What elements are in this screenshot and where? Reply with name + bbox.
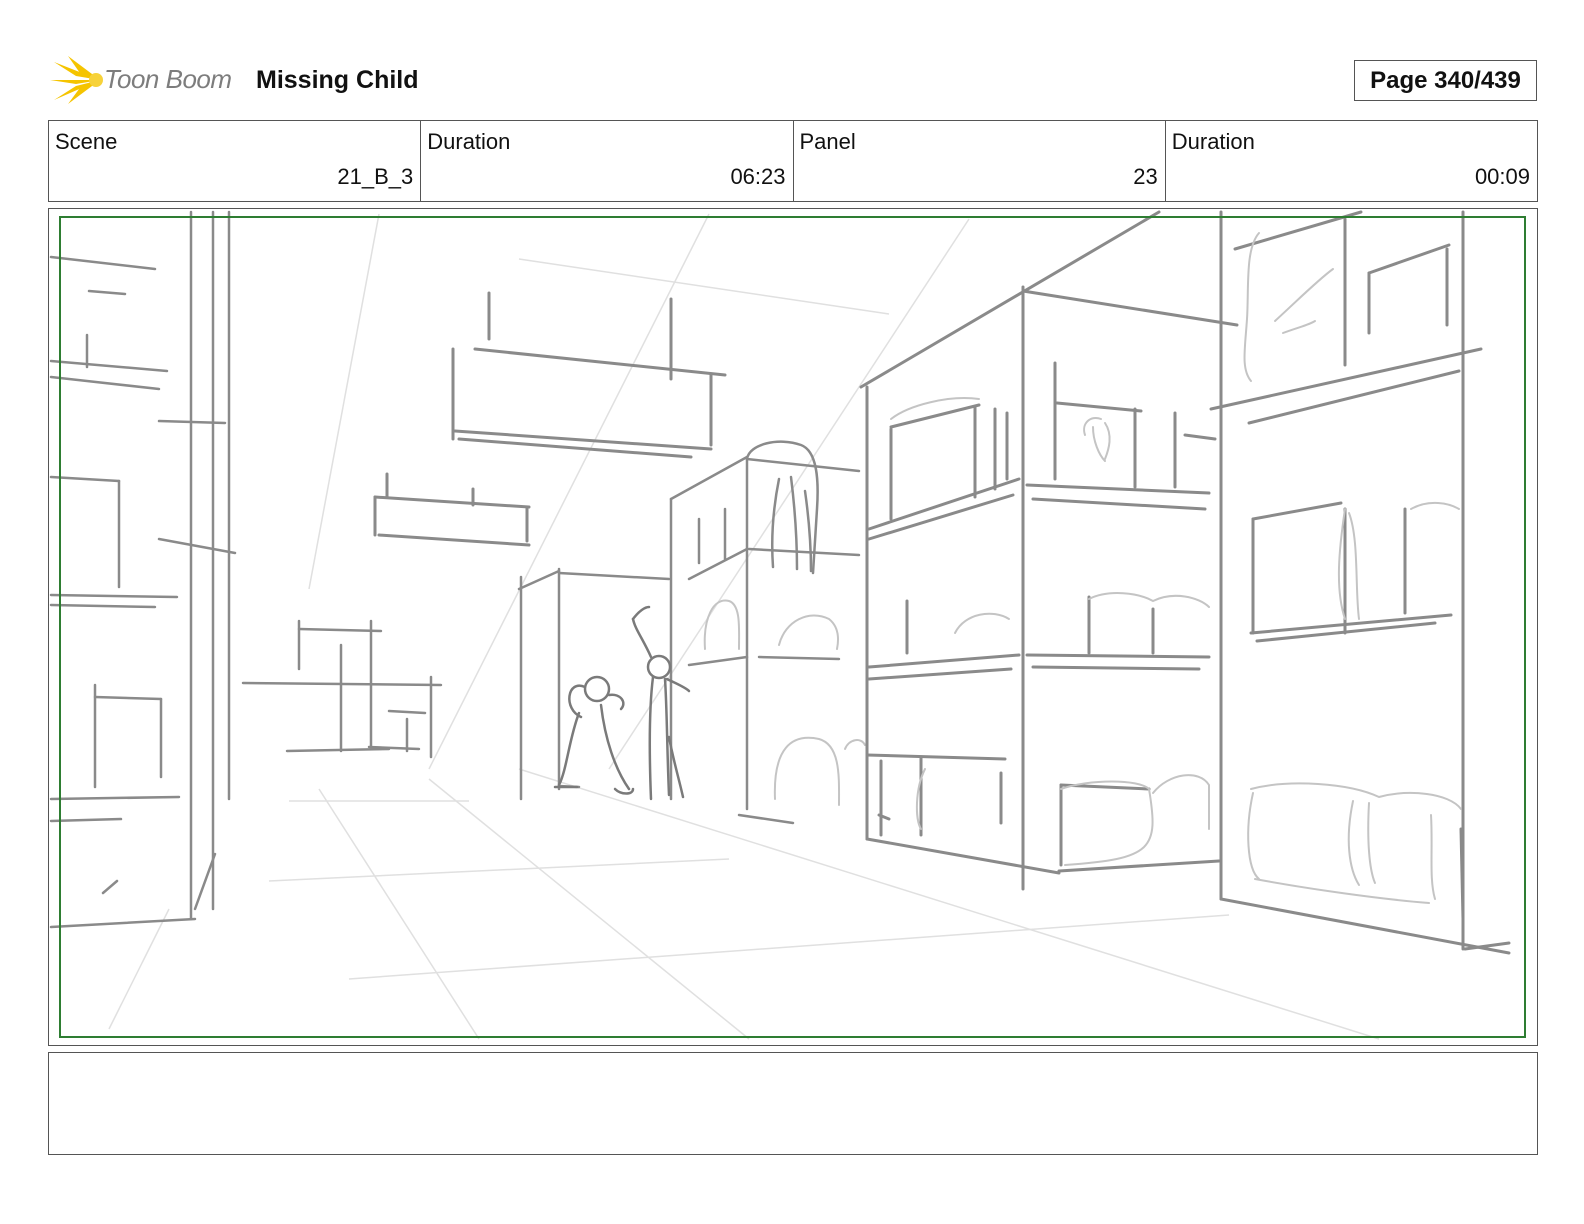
panel-cell: Panel 23	[794, 121, 1166, 201]
scene-duration-label: Duration	[427, 129, 511, 154]
panel-duration-value: 00:09	[1474, 164, 1530, 189]
scene-cell: Scene 21_B_3	[49, 121, 422, 201]
toon-boom-logo: Toon Boom	[50, 54, 240, 106]
project-title: Missing Child	[256, 66, 419, 94]
panel-duration-cell: Duration 00:09	[1166, 121, 1537, 201]
scene-duration-cell: Duration 06:23	[421, 121, 794, 201]
logo-text: Toon Boom	[104, 64, 232, 94]
panel-duration-label: Duration	[1171, 129, 1255, 154]
page-indicator: Page 340/439	[1354, 60, 1537, 101]
panel-label: Panel	[799, 129, 856, 154]
scene-label: Scene	[55, 129, 118, 154]
panel-info-table: Scene 21_B_3 Duration 06:23 Panel 23 Dur…	[48, 120, 1538, 202]
scene-value: 21_B_3	[337, 164, 414, 189]
panel-notes-box	[48, 1052, 1538, 1155]
scene-duration-value: 06:23	[730, 164, 786, 189]
safe-area-frame	[59, 216, 1526, 1038]
starburst-icon	[50, 56, 103, 104]
panel-value: 23	[1133, 164, 1158, 189]
